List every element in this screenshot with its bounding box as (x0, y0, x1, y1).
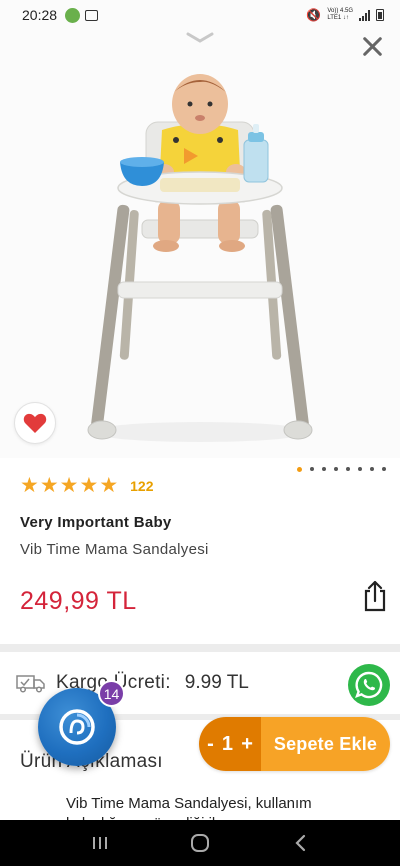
product-detail-screen: 20:28 🔇 Vo)) 4.5G LTE1 ↓↑ ★ ★ ★ ★ ★ 122 Very… (0, 0, 400, 866)
chevron-down-icon[interactable] (186, 32, 214, 44)
recent-apps-button[interactable] (80, 828, 120, 858)
home-icon (191, 834, 209, 852)
description-item: Vib Time Mama Sandalyesi, kullanım kolay… (66, 794, 368, 820)
add-to-cart-bar: - 1 + Sepete Ekle (199, 717, 390, 771)
carousel-dot[interactable] (334, 467, 338, 471)
quantity-stepper: - 1 + (199, 717, 261, 771)
back-button[interactable] (280, 828, 320, 858)
network-indicator: Vo)) 4.5G LTE1 ↓↑ (327, 8, 353, 22)
shipping-value: 9.99 TL (184, 672, 249, 693)
whatsapp-icon (355, 671, 383, 699)
image-notification-icon (85, 9, 99, 21)
review-count[interactable]: 122 (130, 478, 153, 494)
carousel-dot[interactable] (358, 467, 362, 471)
product-price: 249,99 TL (20, 587, 137, 615)
share-icon[interactable] (362, 580, 388, 612)
quantity-value: 1 (221, 732, 234, 755)
carousel-dot[interactable] (382, 467, 386, 471)
carousel-dot[interactable] (322, 467, 326, 471)
section-divider (0, 644, 400, 652)
back-icon (295, 834, 306, 852)
increase-quantity-button[interactable]: + (241, 733, 253, 756)
system-navigation-bar (0, 820, 400, 866)
product-image-gallery[interactable] (0, 0, 400, 458)
recent-apps-icon (93, 837, 107, 849)
rating-stars: ★ ★ ★ ★ ★ (20, 474, 119, 497)
star-icon: ★ (39, 474, 59, 497)
close-icon[interactable] (358, 32, 388, 62)
star-icon: ★ (59, 474, 79, 497)
star-icon: ★ (79, 474, 99, 497)
truck-icon (16, 675, 45, 693)
chat-assistant-icon (59, 709, 95, 745)
description-list: Vib Time Mama Sandalyesi, kullanım kolay… (48, 794, 368, 820)
battery-icon (376, 9, 384, 21)
mute-icon: 🔇 (306, 8, 322, 22)
app-notification-icon (65, 7, 81, 23)
favorite-button[interactable] (14, 402, 56, 444)
decrease-quantity-button[interactable]: - (207, 733, 214, 756)
chat-unread-badge: 14 (98, 680, 125, 707)
shipping-info: Kargo Ücreti: 9.99 TL (16, 672, 249, 694)
home-button[interactable] (180, 828, 220, 858)
product-brand[interactable]: Very Important Baby (20, 514, 172, 531)
signal-icon (359, 9, 370, 21)
image-carousel-indicator (297, 467, 386, 472)
status-bar: 20:28 🔇 Vo)) 4.5G LTE1 ↓↑ (0, 0, 400, 30)
product-rating[interactable]: ★ ★ ★ ★ ★ 122 (20, 474, 154, 497)
star-icon: ★ (20, 474, 39, 497)
network-type: Vo)) 4.5G (327, 8, 353, 14)
whatsapp-button[interactable] (348, 664, 390, 706)
carousel-dot[interactable] (310, 467, 314, 471)
network-lte: LTE1 ↓↑ (327, 15, 349, 21)
carousel-dot[interactable] (346, 467, 350, 471)
status-time: 20:28 (22, 7, 58, 23)
product-name: Vib Time Mama Sandalyesi (20, 541, 209, 558)
add-to-cart-button[interactable]: Sepete Ekle (261, 717, 390, 771)
heart-icon (23, 413, 47, 433)
carousel-dot[interactable] (297, 467, 302, 472)
star-icon: ★ (99, 474, 119, 497)
product-image-high-chair (87, 74, 313, 442)
carousel-dot[interactable] (370, 467, 374, 471)
